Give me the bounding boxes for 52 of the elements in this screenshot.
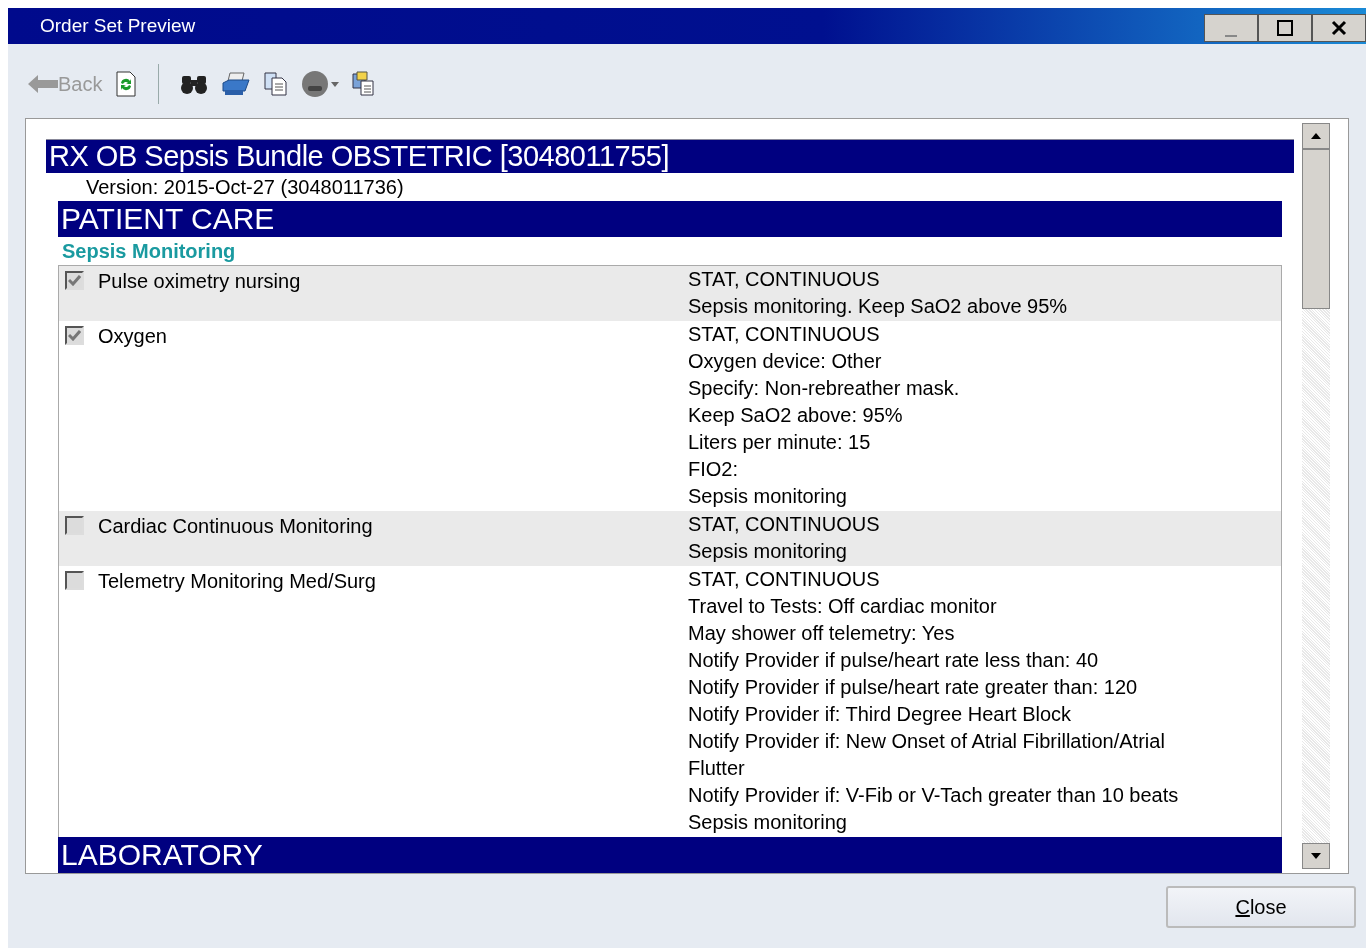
order-detail: Travel to Tests: Off cardiac monitor: [688, 594, 998, 619]
scroll-up-button[interactable]: [1302, 123, 1330, 149]
order-detail: STAT, CONTINUOUS: [688, 512, 881, 537]
order-detail: Notify Provider if: Third Degree Heart Block: [688, 702, 1073, 727]
order-detail: Liters per minute: 15: [688, 430, 872, 455]
order-name: Cardiac Continuous Monitoring: [98, 515, 373, 537]
order-detail: May shower off telemetry: Yes: [688, 621, 956, 646]
order-name: Pulse oximetry nursing: [98, 270, 301, 292]
order-detail: STAT, CONTINUOUS: [688, 267, 881, 292]
order-checkbox[interactable]: [65, 326, 84, 345]
order-detail: Notify Provider if: V-Fib or V-Tach greater than 10 beats: [688, 783, 1180, 808]
order-detail: Sepsis monitoring: [688, 539, 848, 564]
close-button[interactable]: Close: [1166, 886, 1356, 928]
section-heading: PATIENT CARE: [61, 204, 275, 234]
order-checkbox[interactable]: [65, 571, 84, 590]
order-name: Telemetry Monitoring Med/Surg: [98, 570, 376, 592]
check-icon: [68, 275, 81, 286]
order-detail: Oxygen device: Other: [688, 349, 883, 374]
order-detail: Sepsis monitoring: [688, 810, 848, 835]
up-triangle-icon: [1311, 133, 1321, 139]
down-triangle-icon: [1311, 853, 1321, 859]
document-title: RX OB Sepsis Bundle OBSTETRIC [3048011755]: [49, 142, 670, 171]
refresh-page-icon[interactable]: [114, 71, 139, 97]
order-detail: Sepsis monitoring. Keep SaO2 above 95%: [688, 294, 1069, 319]
maximize-button[interactable]: [1258, 14, 1312, 42]
order-detail: STAT, CONTINUOUS: [688, 322, 881, 347]
minimize-button[interactable]: [1204, 14, 1258, 42]
order-detail: Notify Provider if pulse/heart rate less than: 40: [688, 648, 1100, 673]
copy-icon[interactable]: [263, 71, 290, 97]
order-name: Oxygen: [98, 325, 167, 347]
order-detail: FIO2:: [688, 457, 739, 482]
scroll-down-button[interactable]: [1302, 843, 1330, 869]
order-checkbox[interactable]: [65, 271, 84, 290]
version-text: Version: 2015-Oct-27 (3048011736): [85, 175, 405, 200]
printer-icon[interactable]: [221, 71, 252, 97]
order-checkbox[interactable]: [65, 516, 84, 535]
scroll-thumb[interactable]: [1302, 149, 1330, 309]
close-window-button[interactable]: [1312, 14, 1366, 42]
order-detail: Keep SaO2 above: 95%: [688, 403, 904, 428]
check-icon: [68, 330, 81, 341]
scrollbar[interactable]: [1302, 123, 1330, 869]
subsection-heading: Sepsis Monitoring: [61, 239, 237, 264]
back-arrow-icon: [28, 74, 58, 94]
order-detail: Notify Provider if: New Onset of Atrial Fibrillation/Atrial Flutter: [688, 729, 1166, 781]
order-detail: STAT, CONTINUOUS: [688, 567, 881, 592]
caret-icon[interactable]: [331, 81, 340, 87]
close-icon: [1331, 20, 1347, 36]
order-detail: Sepsis monitoring: [688, 484, 848, 509]
window-title: Order Set Preview: [39, 13, 196, 38]
section-heading: LABORATORY: [61, 840, 263, 870]
order-detail: Notify Provider if pulse/heart rate greater than: 120: [688, 675, 1139, 700]
order-detail: Specify: Non-rebreather mask.: [688, 376, 961, 401]
